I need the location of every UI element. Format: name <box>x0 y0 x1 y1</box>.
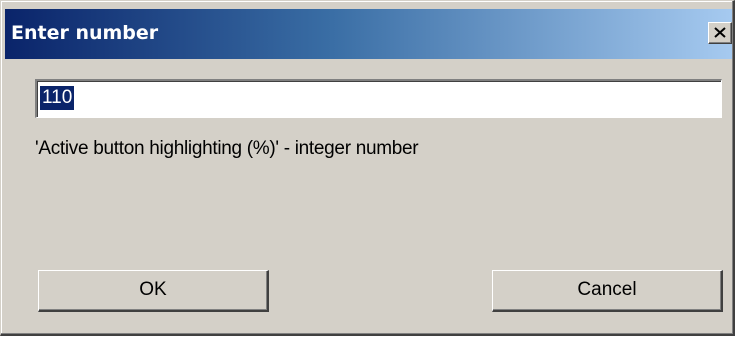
prompt-label: 'Active button highlighting (%)' - integ… <box>35 138 419 159</box>
close-icon <box>714 27 726 38</box>
ok-button[interactable]: OK <box>38 270 269 312</box>
close-button[interactable] <box>708 22 732 44</box>
number-input[interactable] <box>35 79 722 118</box>
number-input-value[interactable]: 110 <box>40 86 75 110</box>
enter-number-dialog: Enter number 110 'Active button highligh… <box>0 0 735 336</box>
cancel-button[interactable]: Cancel <box>492 270 723 312</box>
dialog-title: Enter number <box>11 22 159 44</box>
title-bar[interactable]: Enter number <box>5 9 732 59</box>
